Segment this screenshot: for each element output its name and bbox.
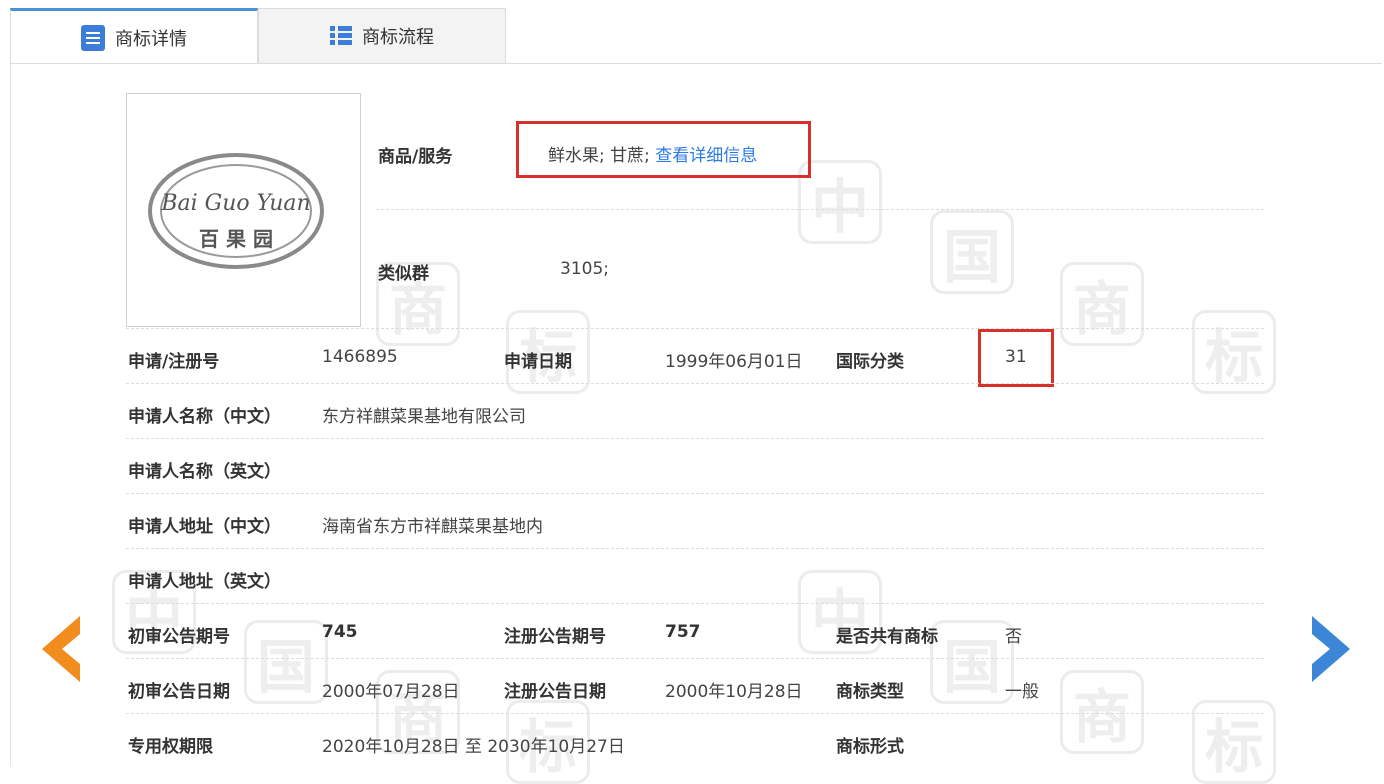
content-border (10, 64, 11, 766)
intl-class-label: 国际分类 (836, 352, 904, 372)
mark-type-label: 商标类型 (836, 682, 904, 702)
apply-date-value: 1999年06月01日 (665, 352, 803, 372)
logo-text-chinese: 百 果 园 (199, 227, 273, 251)
bullet-list-icon (330, 26, 352, 46)
similar-group-label: 类似群 (378, 264, 429, 284)
watermark: 商 (1060, 670, 1144, 754)
intl-class-value: 31 (1005, 347, 1027, 367)
apply-date-label: 申请日期 (504, 352, 572, 372)
reg-date-value: 2000年10月28日 (665, 682, 803, 702)
next-arrow-icon[interactable] (1306, 612, 1356, 686)
mark-type-value: 一般 (1005, 682, 1039, 702)
tab-divider (10, 63, 1382, 64)
tab-label: 商标详情 (115, 28, 187, 50)
trademark-image[interactable]: Bai Guo Yuan 百 果 园 (126, 93, 361, 327)
reg-number-value: 1466895 (322, 347, 398, 367)
reg-issue-label: 注册公告期号 (504, 627, 606, 647)
reg-issue-value: 757 (665, 622, 701, 642)
divider (126, 658, 1264, 659)
mark-form-label: 商标形式 (836, 737, 904, 757)
prelim-date-value: 2000年07月28日 (322, 682, 460, 702)
watermark: 国 (930, 210, 1014, 294)
document-list-icon (81, 24, 105, 51)
applicant-address-cn-label: 申请人地址（中文） (128, 517, 281, 537)
divider (126, 603, 1264, 604)
applicant-name-cn-value: 东方祥麒菜果基地有限公司 (322, 407, 526, 427)
watermark: 国 (244, 620, 328, 704)
prelim-date-label: 初审公告日期 (128, 682, 230, 702)
similar-group-value: 3105; (560, 259, 609, 279)
prelim-issue-value: 745 (322, 622, 358, 642)
tab-bar: 商标详情 商标流程 (0, 0, 1384, 64)
tab-trademark-process[interactable]: 商标流程 (258, 8, 506, 64)
divider (126, 383, 1264, 384)
goods-value: 鲜水果; 甘蔗; 查看详细信息 (548, 141, 757, 166)
applicant-address-cn-value: 海南省东方市祥麒菜果基地内 (322, 517, 543, 537)
tab-trademark-details[interactable]: 商标详情 (10, 8, 258, 64)
reg-number-label: 申请/注册号 (128, 352, 220, 372)
divider (126, 548, 1264, 549)
watermark: 商 (1060, 262, 1144, 346)
logo-text-latin: Bai Guo Yuan (160, 191, 310, 216)
exclusive-term-label: 专用权期限 (128, 737, 213, 757)
goods-text: 鲜水果; 甘蔗; (548, 146, 656, 166)
exclusive-term-value: 2020年10月28日 至 2030年10月27日 (322, 737, 625, 757)
view-details-link[interactable]: 查看详细信息 (655, 146, 757, 166)
divider (126, 438, 1264, 439)
trademark-logo: Bai Guo Yuan 百 果 园 (148, 153, 324, 269)
shared-mark-label: 是否共有商标 (836, 627, 938, 647)
prelim-issue-label: 初审公告期号 (128, 627, 230, 647)
divider (376, 209, 1264, 210)
shared-mark-value: 否 (1005, 627, 1022, 647)
applicant-name-cn-label: 申请人名称（中文） (128, 407, 281, 427)
tab-label: 商标流程 (362, 27, 434, 48)
applicant-address-en-label: 申请人地址（英文） (128, 572, 281, 592)
watermark: 国 (930, 620, 1014, 704)
prev-arrow-icon[interactable] (36, 612, 86, 686)
applicant-name-en-label: 申请人名称（英文） (128, 462, 281, 482)
watermark: 标 (1192, 310, 1276, 394)
divider (126, 328, 1264, 329)
divider (126, 493, 1264, 494)
goods-label: 商品/服务 (378, 147, 453, 167)
divider (126, 713, 1264, 714)
reg-date-label: 注册公告日期 (504, 682, 606, 702)
